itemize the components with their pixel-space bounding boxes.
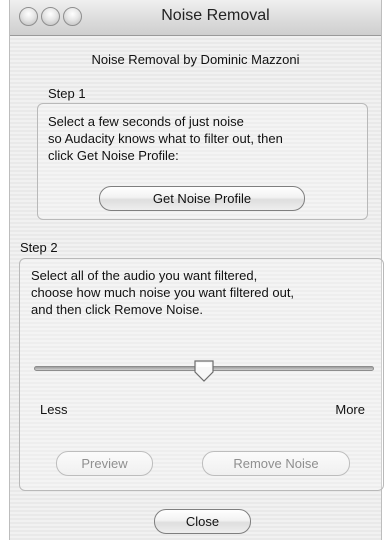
slider-max-label: More [335,402,365,417]
step2-line: and then click Remove Noise. [31,302,203,317]
step2-line: Select all of the audio you want filtere… [31,268,258,283]
step2-line: choose how much noise you want filtered … [31,285,295,300]
step1-label: Step 1 [48,86,86,101]
get-noise-profile-button[interactable]: Get Noise Profile [99,186,305,211]
step1-line: so Audacity knows what to filter out, th… [48,131,283,146]
remove-noise-button[interactable]: Remove Noise [202,451,350,476]
window-title: Noise Removal [161,7,270,24]
step1-line: click Get Noise Profile: [48,148,179,163]
noise-slider-thumb[interactable] [193,359,215,383]
step1-instructions: Select a few seconds of just noise so Au… [48,113,283,164]
close-button[interactable]: Close [154,509,251,534]
noise-removal-window: Noise Removal Noise Removal by Dominic M… [9,0,384,540]
step2-label: Step 2 [20,240,58,255]
plugin-credit: Noise Removal by Dominic Mazzoni [91,52,300,67]
preview-button[interactable]: Preview [56,451,153,476]
title-bar[interactable]: Noise Removal [10,0,381,36]
step1-line: Select a few seconds of just noise [48,114,244,129]
step2-instructions: Select all of the audio you want filtere… [31,267,294,318]
slider-min-label: Less [40,402,68,417]
